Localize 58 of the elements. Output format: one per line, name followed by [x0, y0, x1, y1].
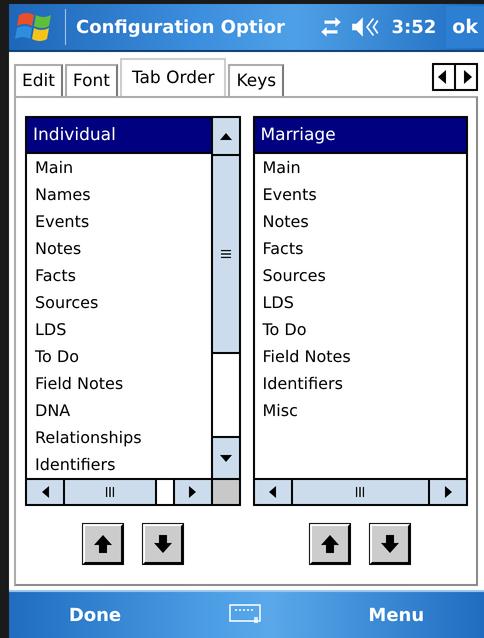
list-item[interactable]: Field Notes — [27, 370, 210, 397]
list-item[interactable]: Main — [254, 154, 466, 181]
grip-icon[interactable] — [356, 487, 364, 497]
list-item[interactable]: To Do — [254, 316, 466, 343]
list-item[interactable]: Relationships — [27, 424, 210, 451]
list-header: Individual — [27, 118, 210, 154]
up-arrow-icon — [320, 534, 340, 554]
right-arrow-icon[interactable] — [189, 486, 196, 498]
list-item[interactable]: Events — [254, 181, 466, 208]
move-up-button[interactable] — [310, 524, 350, 564]
move-up-button[interactable] — [82, 524, 123, 564]
list-item[interactable]: Facts — [27, 262, 210, 289]
right-arrow-icon[interactable] — [444, 486, 452, 498]
tab[interactable]: Tab Order — [120, 58, 226, 96]
left-arrow-icon[interactable] — [438, 70, 448, 84]
grip-icon[interactable] — [106, 487, 114, 497]
list-item[interactable]: Notes — [254, 208, 466, 235]
tab-scroll-control[interactable] — [432, 63, 478, 91]
list-header: Marriage — [254, 118, 466, 154]
vertical-scrollbar[interactable] — [210, 118, 238, 478]
list-item[interactable]: LDS — [254, 289, 466, 316]
list-item[interactable]: Identifiers — [27, 451, 210, 478]
clock-time: 3:52 — [392, 16, 436, 38]
up-arrow-icon — [92, 534, 113, 554]
done-softkey[interactable]: Done — [56, 600, 134, 630]
up-arrow-icon[interactable] — [220, 132, 232, 140]
list-item[interactable]: Sources — [27, 289, 210, 316]
list-item[interactable]: LDS — [27, 316, 210, 343]
horizontal-scrollbar[interactable] — [27, 478, 238, 504]
grip-icon[interactable] — [220, 250, 230, 258]
list-item[interactable]: Facts — [254, 235, 466, 262]
ok-button[interactable]: ok — [446, 6, 484, 48]
move-down-button[interactable] — [370, 524, 410, 564]
left-arrow-icon[interactable] — [269, 486, 276, 498]
right-arrow-icon[interactable] — [462, 70, 472, 84]
list-item[interactable]: Main — [27, 154, 210, 181]
list-item[interactable]: DNA — [27, 397, 210, 424]
list-item[interactable]: Sources — [254, 262, 466, 289]
list-item[interactable]: To Do — [27, 343, 210, 370]
down-arrow-icon[interactable] — [220, 454, 232, 462]
move-down-button[interactable] — [142, 524, 183, 564]
down-arrow-icon — [152, 534, 173, 554]
left-arrow-icon[interactable] — [42, 486, 48, 498]
list-item[interactable]: Misc — [254, 397, 466, 424]
menu-softkey[interactable]: Menu — [356, 600, 436, 630]
keyboard-icon[interactable] — [228, 604, 261, 626]
list-item[interactable]: Names — [27, 181, 210, 208]
scrollbar-track[interactable] — [154, 480, 172, 504]
list-item[interactable]: Notes — [27, 235, 210, 262]
down-arrow-icon — [380, 534, 400, 554]
list-item[interactable]: Identifiers — [254, 370, 466, 397]
window-title: Configuration Optior — [76, 16, 286, 38]
horizontal-scrollbar[interactable] — [254, 478, 466, 504]
list-item[interactable]: Events — [27, 208, 210, 235]
tab[interactable]: Font — [64, 64, 118, 96]
tab[interactable]: Edit — [14, 64, 63, 96]
list-item[interactable]: Field Notes — [254, 343, 466, 370]
tab[interactable]: Keys — [228, 64, 284, 96]
